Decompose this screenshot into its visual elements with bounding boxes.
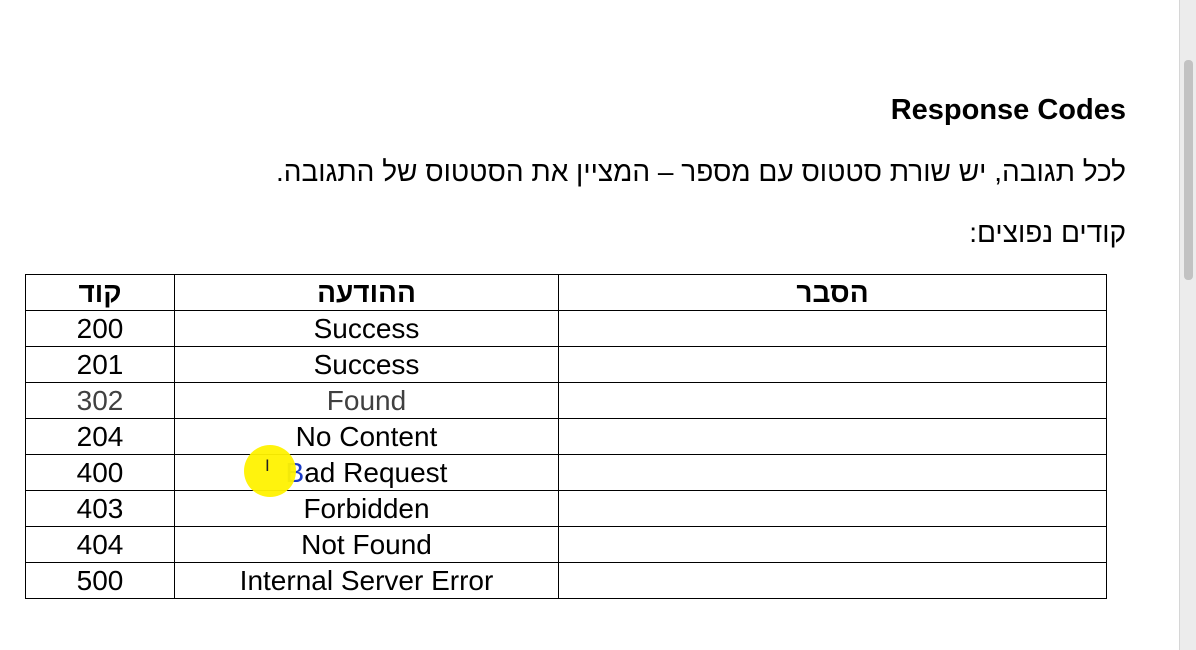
header-explanation: הסבר xyxy=(558,274,1107,311)
code-cell: 200 xyxy=(25,310,175,347)
response-codes-table: קוד ההודעה הסבר 200 Success 201 Success … xyxy=(25,274,1107,599)
table-row: 404 Not Found xyxy=(25,526,1107,563)
explanation-cell[interactable] xyxy=(558,526,1107,563)
scrollbar-thumb[interactable] xyxy=(1184,60,1193,280)
code-cell: 302 xyxy=(25,382,175,419)
explanation-cell[interactable] xyxy=(558,382,1107,419)
message-cell: No Content xyxy=(174,418,559,455)
explanation-cell[interactable] xyxy=(558,346,1107,383)
text-cursor-icon: I xyxy=(265,456,270,475)
header-message: ההודעה xyxy=(174,274,559,311)
intro-paragraph: לכל תגובה, יש שורת סטטוס עם מספר – המציי… xyxy=(275,156,1126,187)
table-row: 500 Internal Server Error xyxy=(25,562,1107,599)
table-row: 400 Bad Request xyxy=(25,454,1107,491)
cursor-highlight xyxy=(244,445,296,497)
explanation-cell[interactable] xyxy=(558,562,1107,599)
message-cell: Not Found xyxy=(174,526,559,563)
common-codes-heading: קודים נפוצים: xyxy=(969,217,1126,248)
explanation-cell[interactable] xyxy=(558,490,1107,527)
table-row: 403 Forbidden xyxy=(25,490,1107,527)
explanation-cell[interactable] xyxy=(558,418,1107,455)
table-row: 200 Success xyxy=(25,310,1107,347)
table-row: 302 Found xyxy=(25,382,1107,419)
page-title: Response Codes xyxy=(890,94,1126,126)
message-cell[interactable]: Bad Request xyxy=(174,454,559,491)
code-cell: 400 xyxy=(25,454,175,491)
explanation-cell[interactable] xyxy=(558,310,1107,347)
code-cell: 403 xyxy=(25,490,175,527)
code-cell: 204 xyxy=(25,418,175,455)
code-cell: 201 xyxy=(25,346,175,383)
message-cell: Success xyxy=(174,346,559,383)
message-cell: Success xyxy=(174,310,559,347)
explanation-cell[interactable] xyxy=(558,454,1107,491)
message-cell: Forbidden xyxy=(174,490,559,527)
vertical-scrollbar[interactable] xyxy=(1179,0,1196,650)
header-code: קוד xyxy=(25,274,175,311)
table-row: 201 Success xyxy=(25,346,1107,383)
message-text-rest: ad Request xyxy=(304,456,448,488)
message-cell: Internal Server Error xyxy=(174,562,559,599)
table-row: 204 No Content xyxy=(25,418,1107,455)
message-cell: Found xyxy=(174,382,559,419)
code-cell: 404 xyxy=(25,526,175,563)
code-cell: 500 xyxy=(25,562,175,599)
table-header-row: קוד ההודעה הסבר xyxy=(25,274,1107,311)
